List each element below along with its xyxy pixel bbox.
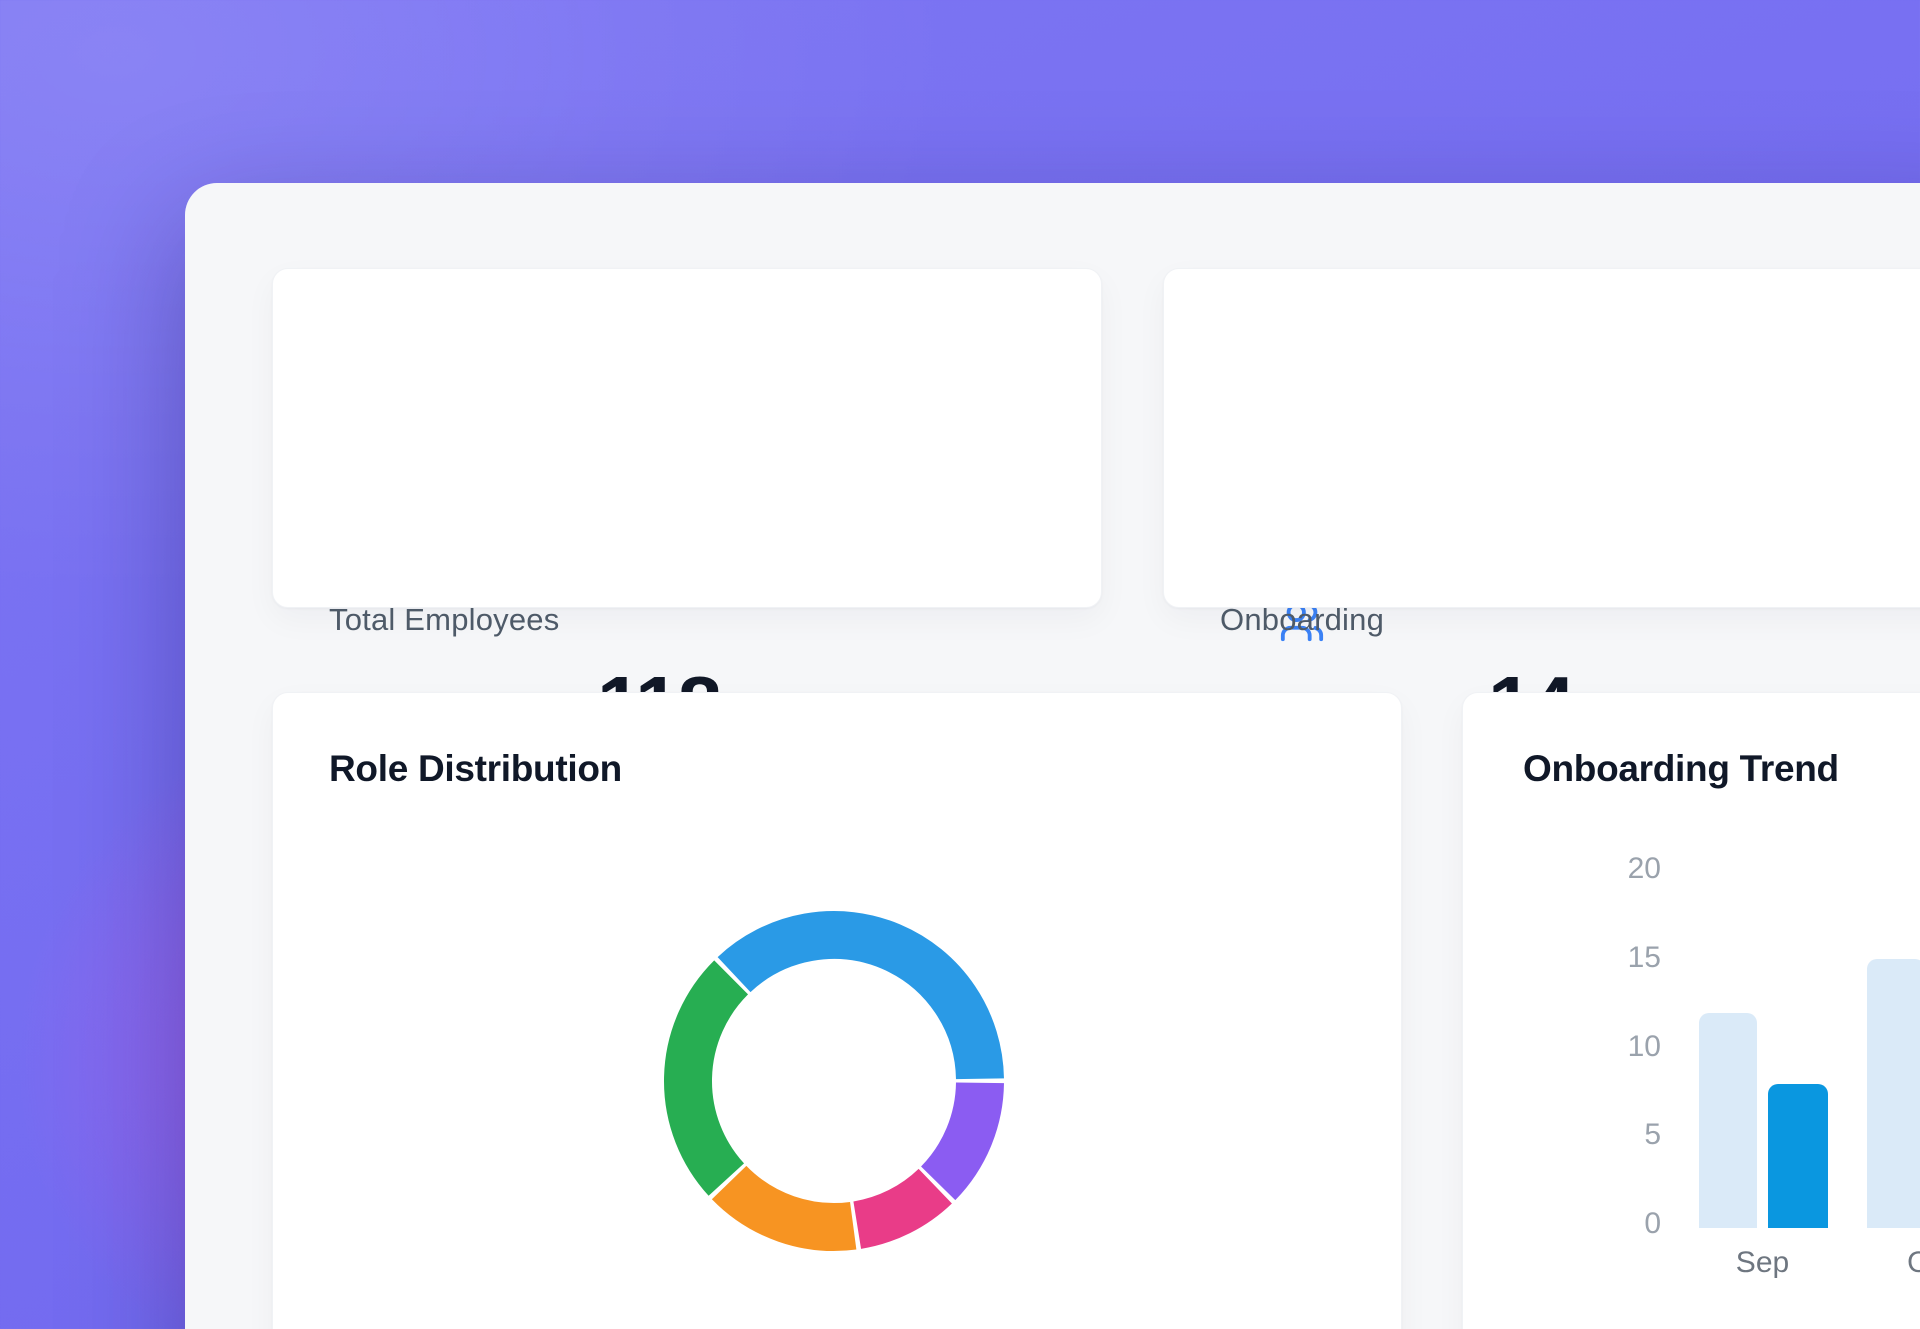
stat-card-total-employees: Total Employees 118 +8 this month (272, 268, 1102, 608)
dashboard-panel: Total Employees 118 +8 this month Onboar… (185, 183, 1920, 1329)
light-blue-bars-oct (1867, 959, 1920, 1228)
stat-label-onboarding: Onboarding (1220, 601, 1384, 639)
light-blue-bars-sep (1699, 1013, 1757, 1228)
donut-segment-green (688, 977, 731, 1179)
dashboard-screen: { "theme": { "background_purple": "#756d… (0, 0, 1920, 1329)
stat-card-onboarding: Onboarding 14 In progress (1163, 268, 1920, 608)
x-axis-label-oct: Oct (1907, 1246, 1920, 1280)
y-axis-tick-15: 15 (1571, 942, 1661, 974)
y-axis-tick-5: 5 (1571, 1119, 1661, 1151)
role-distribution-donut-chart (273, 693, 1403, 1329)
dark-blue-bars-sep (1768, 1084, 1828, 1228)
donut-segment-pink (857, 1186, 935, 1225)
donut-segment-purple (938, 1083, 980, 1183)
y-axis-tick-10: 10 (1571, 1031, 1661, 1063)
y-axis-tick-0: 0 (1571, 1208, 1661, 1240)
donut-segment-blue (734, 935, 980, 1079)
y-axis-tick-20: 20 (1571, 853, 1661, 885)
onboarding-trend-bar-chart: 20 15 10 5 0 Sep Oct (1463, 693, 1920, 1329)
donut-segment-orange (729, 1183, 853, 1227)
x-axis-label-sep: Sep (1736, 1246, 1789, 1280)
onboarding-trend-card: Onboarding Trend 20151050SepOct (1462, 692, 1920, 1329)
stat-label-total-employees: Total Employees (329, 601, 559, 639)
role-distribution-card: Role Distribution (272, 692, 1402, 1329)
